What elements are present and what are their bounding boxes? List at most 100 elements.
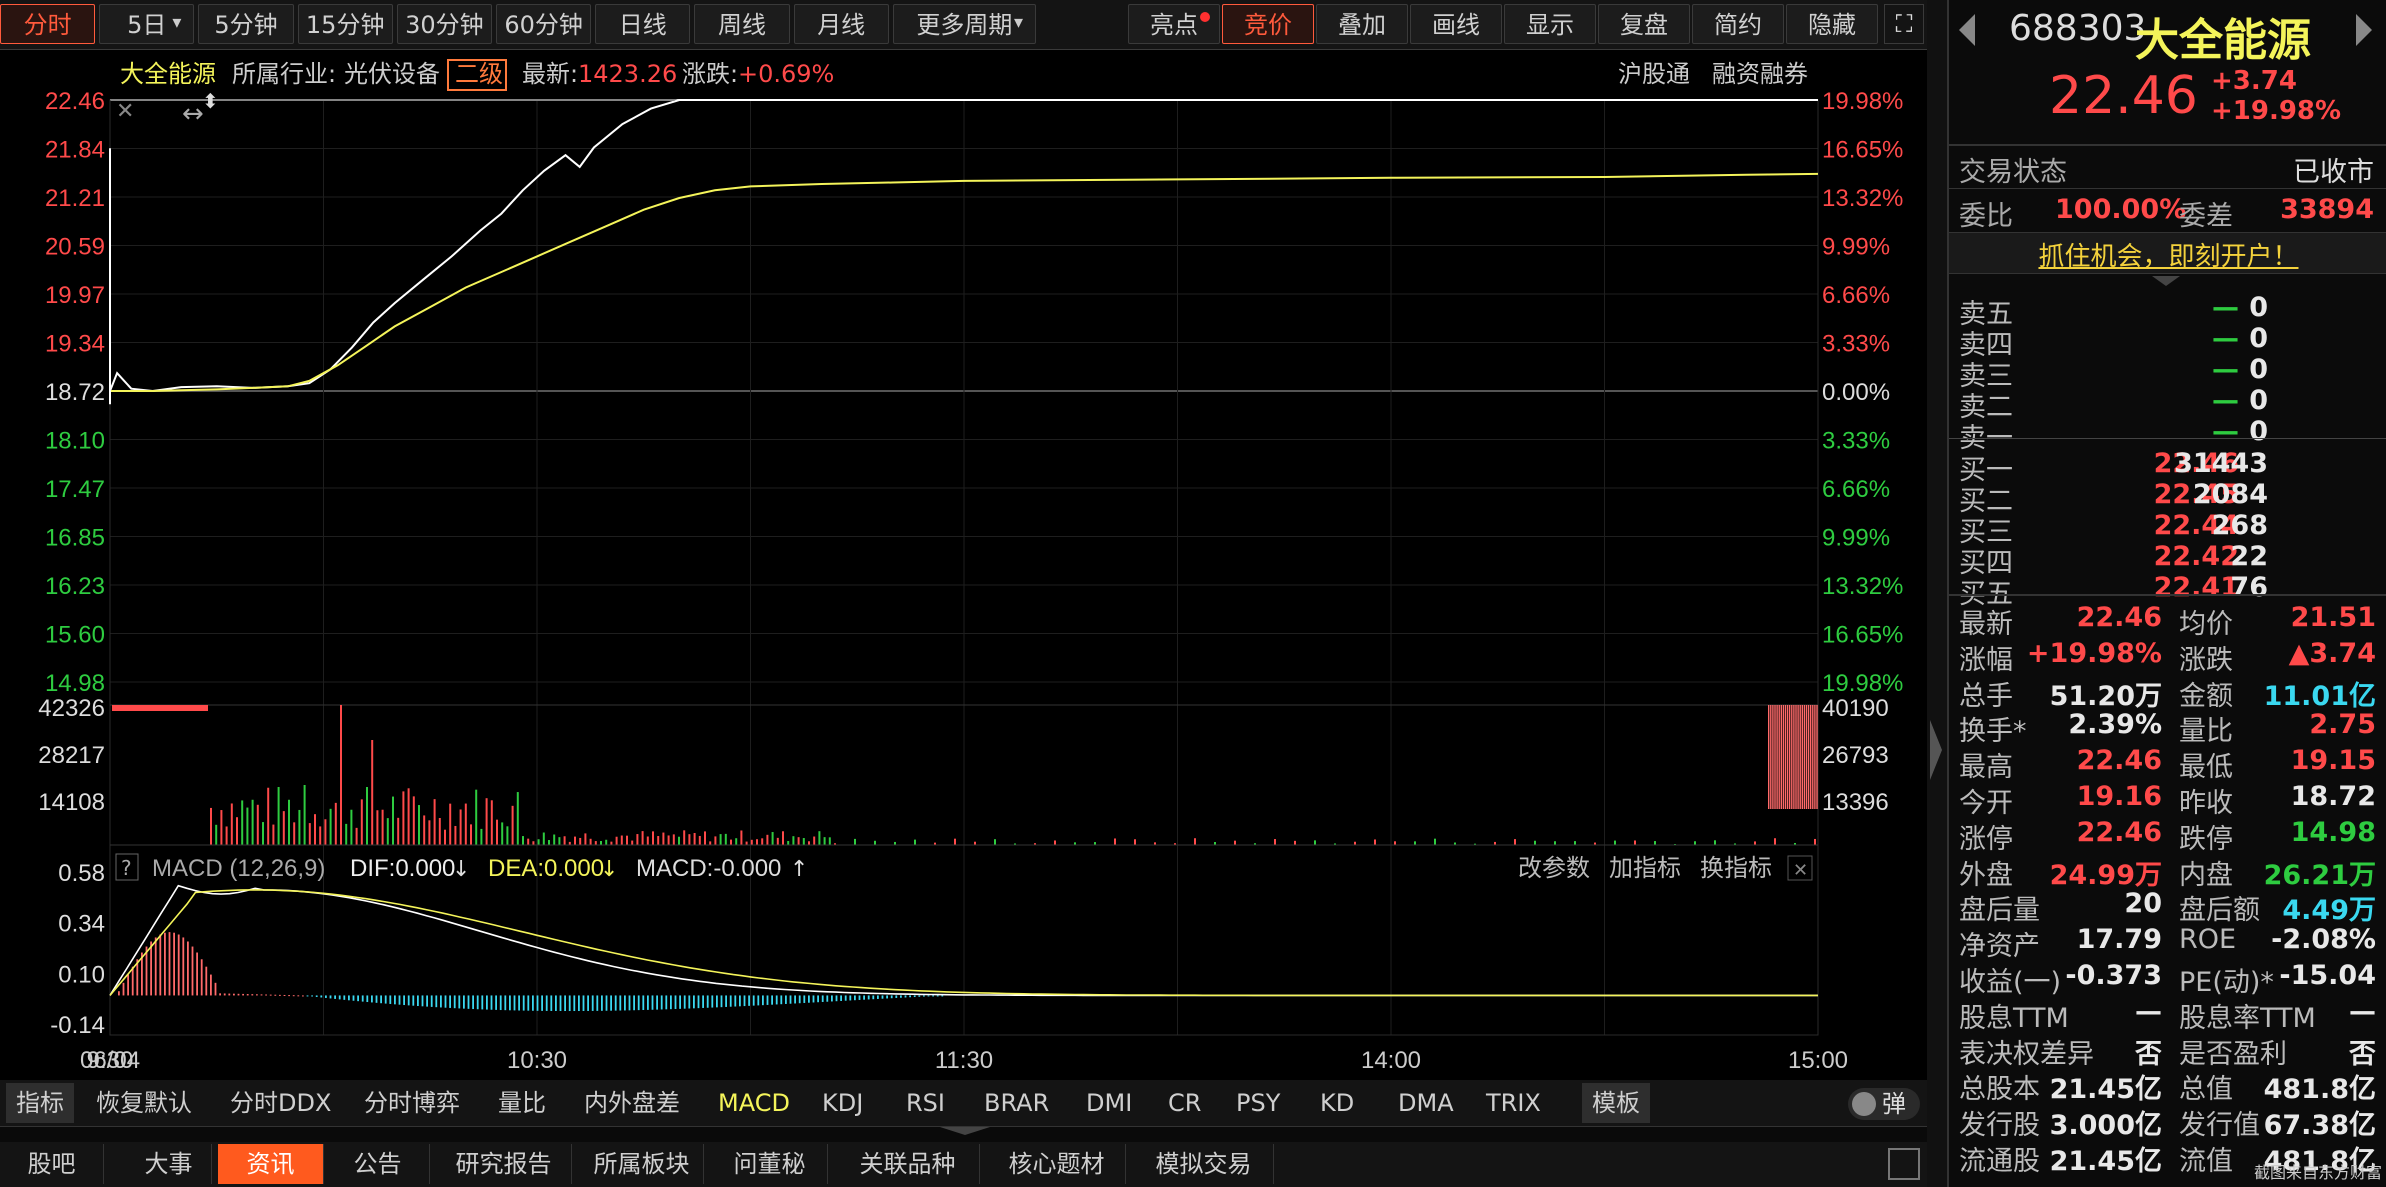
bottom-tab-7[interactable]: 关联品种 (836, 1144, 980, 1184)
macd-dea: DEA:0.000 (488, 855, 604, 882)
next-stock-icon[interactable] (2356, 14, 2372, 46)
volume-bar (475, 789, 478, 845)
bottom-tab-4[interactable]: 研究报告 (436, 1144, 572, 1184)
period-tab-7[interactable]: 周线 (694, 4, 790, 44)
bottom-tab-2[interactable]: 资讯 (218, 1144, 324, 1184)
bottom-tab-8[interactable]: 核心题材 (988, 1144, 1126, 1184)
stat-label: 净资产 (1959, 931, 2040, 963)
collapse-handle-icon[interactable] (940, 1127, 990, 1135)
indicator-tab-5[interactable]: 内外盘差 (584, 1083, 680, 1123)
volume-bar (360, 799, 363, 845)
status-value: 已收市 (2293, 157, 2374, 188)
volume-bar (719, 834, 722, 845)
indicator-tab-13[interactable]: KD (1320, 1083, 1354, 1123)
tool-button-2[interactable]: 叠加 (1316, 4, 1408, 44)
macd-bar (532, 995, 534, 1011)
bottom-tab-6[interactable]: 问董秘 (712, 1144, 828, 1184)
period-tab-0[interactable]: 分时 (0, 4, 96, 44)
volume-bar (714, 836, 717, 845)
macd-bar (338, 995, 341, 1000)
period-tab-5[interactable]: 60分钟 (496, 4, 592, 44)
tool-button-1[interactable]: 竞价 (1222, 4, 1314, 44)
tool-button-7[interactable]: 隐藏 (1786, 4, 1878, 44)
macd-bar (909, 995, 911, 998)
open-account-link[interactable]: 抓住机会，即刻开户！ (1949, 236, 2386, 273)
volume-bar (308, 823, 311, 845)
volume-bar (709, 841, 712, 845)
volume-bar (874, 840, 876, 845)
indicator-tab-4[interactable]: 量比 (498, 1083, 546, 1123)
bottom-tab-0[interactable]: 股吧 (0, 1144, 104, 1184)
volume-bar (1234, 840, 1236, 845)
macd-tick: 0.34 (58, 911, 105, 938)
period-tab-3[interactable]: 15分钟 (297, 4, 393, 44)
macd-action-1[interactable]: 加指标 (1609, 854, 1681, 882)
indicator-tab-16[interactable]: 模板 (1582, 1083, 1650, 1123)
macd-bar (633, 995, 635, 1011)
tool-button-6[interactable]: 简约 (1692, 4, 1784, 44)
price-tick: 14.98 (45, 670, 105, 697)
macd-action-0[interactable]: 改参数 (1518, 854, 1590, 882)
indicator-tab-8[interactable]: RSI (906, 1083, 945, 1123)
bottom-tab-9[interactable]: 模拟交易 (1134, 1144, 1274, 1184)
volume-bar (579, 837, 582, 845)
stat-value: 67.38亿 (2263, 1110, 2376, 1142)
bottom-tab-3[interactable]: 公告 (326, 1144, 430, 1184)
auction-volume-bar (112, 705, 208, 711)
indicator-tab-12[interactable]: PSY (1236, 1083, 1280, 1123)
stat-label: 均价 (2179, 609, 2233, 640)
tool-button-5[interactable]: 复盘 (1598, 4, 1690, 44)
period-tab-8[interactable]: 月线 (793, 4, 889, 44)
macd-bar (522, 995, 525, 1011)
period-tab-4[interactable]: 30分钟 (396, 4, 492, 44)
bottom-tabs-bar: 股吧 大事 资讯 公告 研究报告 所属板块 问董秘 关联品种 核心题材 模拟交易 (0, 1142, 1927, 1187)
indicator-tab-15[interactable]: TRIX (1486, 1083, 1541, 1123)
panel-splitter[interactable] (1927, 0, 1947, 1187)
macd-bar (628, 995, 631, 1011)
chart-area: 22.46 21.84 21.21 20.59 19.97 19.34 18.72 18.10… (0, 50, 1927, 1080)
volume-bars (112, 705, 1818, 845)
stat-label: 流值 (2179, 1146, 2233, 1177)
macd-bar (771, 995, 773, 1005)
splitter[interactable] (0, 1126, 1927, 1142)
vol-tick: 28217 (38, 742, 105, 769)
indicator-tab-14[interactable]: DMA (1398, 1083, 1454, 1123)
indicator-tab-1[interactable]: 恢复默认 (96, 1083, 192, 1123)
svg-text:✕: ✕ (1793, 860, 1808, 881)
volume-bar (745, 841, 748, 845)
bottom-tab-1[interactable]: 大事 (126, 1144, 212, 1184)
indicator-tab-2[interactable]: 分时DDX (230, 1083, 331, 1123)
tool-button-0[interactable]: 亮点 (1128, 4, 1220, 44)
pct-tick: 6.66% (1822, 476, 1890, 503)
indicator-tab-7[interactable]: KDJ (822, 1083, 863, 1123)
tool-button-3[interactable]: 画线 (1410, 4, 1502, 44)
volume-bar (1314, 840, 1316, 845)
tool-button-4[interactable]: 显示 (1504, 4, 1596, 44)
stat-value: 2.75 (2309, 709, 2376, 741)
indicator-tab-3[interactable]: 分时博弈 (364, 1083, 460, 1123)
indicator-tab-11[interactable]: CR (1168, 1083, 1201, 1123)
price-tick: 21.21 (45, 185, 105, 212)
indicator-tab-6[interactable]: MACD (718, 1083, 790, 1123)
macd-bar (835, 995, 838, 1002)
prev-stock-icon[interactable] (1959, 14, 1975, 46)
macd-bar (872, 995, 875, 1000)
intraday-chart[interactable]: 22.46 21.84 21.21 20.59 19.97 19.34 18.72 18.10… (0, 50, 1927, 1080)
indicator-tab-9[interactable]: BRAR (984, 1083, 1049, 1123)
macd-bar (780, 995, 783, 1005)
layout-icon[interactable] (1888, 1148, 1920, 1180)
macd-bar (591, 995, 594, 1011)
popup-toggle[interactable]: 弹 (1848, 1088, 1920, 1120)
period-tab-6[interactable]: 日线 (595, 4, 691, 44)
macd-action-2[interactable]: 换指标 (1700, 854, 1772, 882)
expand-arrow-icon[interactable] (1930, 720, 1942, 780)
volume-bar (345, 823, 348, 845)
indicator-tab-0[interactable]: 指标 (6, 1083, 74, 1123)
indicator-tab-10[interactable]: DMI (1086, 1083, 1132, 1123)
pct-tick: 13.32% (1822, 573, 1903, 600)
period-tab-2[interactable]: 5分钟 (198, 4, 294, 44)
macd-bar (486, 995, 488, 1010)
bottom-tab-5[interactable]: 所属板块 (580, 1144, 704, 1184)
macd-bar (564, 995, 566, 1012)
fullscreen-icon[interactable]: ⛶ (1884, 4, 1924, 44)
